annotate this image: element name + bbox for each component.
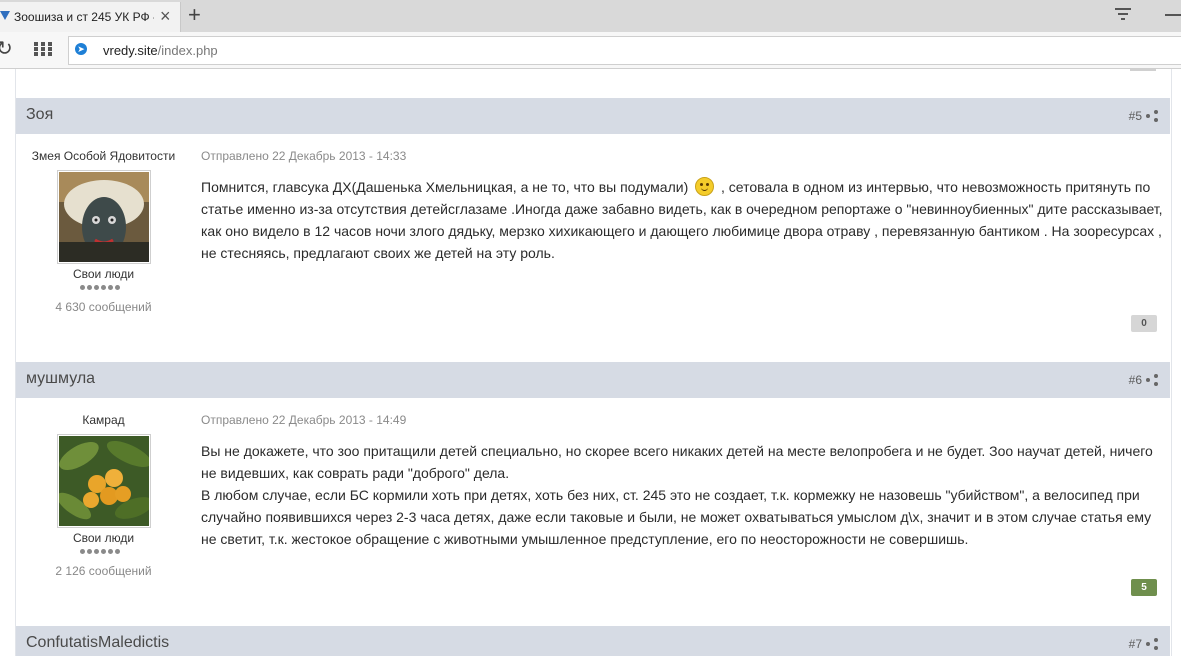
address-bar[interactable]: ➤ vredy.site/index.php (68, 36, 1181, 65)
share-icon[interactable] (1146, 638, 1158, 650)
site-favicon-icon (0, 11, 10, 20)
page-content: Зоя #5 Змея Особой Ядовитости Свои люди … (0, 69, 1181, 656)
post-header: мушмула #6 (16, 362, 1170, 398)
speed-dial-icon[interactable] (34, 42, 52, 56)
forum-post: ConfutatisMaledictis #7 (16, 626, 1170, 656)
tab-menu-icon[interactable] (1115, 8, 1131, 22)
user-title: Камрад (82, 413, 125, 427)
message-count: 4 630 сообщений (55, 300, 152, 314)
secure-site-icon[interactable]: ➤ (75, 43, 87, 55)
share-icon[interactable] (1146, 110, 1158, 122)
smiley-icon (695, 177, 715, 196)
post-number-link[interactable]: #6 (1129, 373, 1142, 387)
avatar-image (59, 172, 149, 262)
address-text: vredy.site/index.php (103, 43, 218, 58)
forum-post: Зоя #5 Змея Особой Ядовитости Свои люди … (16, 98, 1170, 362)
tab-close-icon[interactable]: × (160, 7, 171, 25)
post-body: Камрад Свои люди 2 126 сообщений Отправл… (16, 398, 1170, 626)
browser-toolbar: ↻ ➤ vredy.site/index.php (0, 32, 1181, 69)
user-group: Свои люди (72, 267, 135, 281)
rank-pips (80, 549, 128, 557)
reputation-badge[interactable]: 0 (1131, 315, 1157, 332)
post-date: Отправлено 22 Декабрь 2013 - 14:33 (201, 149, 407, 163)
forum-post: мушмула #6 Камрад Свои люди 2 126 сообще… (16, 362, 1170, 626)
minimize-icon[interactable] (1165, 14, 1181, 16)
post-text: Помнится, главсука ДХ(Дашенька Хмельницк… (201, 177, 1163, 261)
post-author[interactable]: мушмула (26, 370, 95, 388)
new-tab-button[interactable]: + (188, 4, 201, 26)
avatar-image (56, 436, 154, 526)
post-header: ConfutatisMaledictis #7 (16, 626, 1170, 656)
user-title: Змея Особой Ядовитости (31, 149, 176, 163)
browser-tab[interactable]: Зоошиза и ст 245 УК РФ - × (0, 2, 181, 32)
share-icon[interactable] (1146, 374, 1158, 386)
message-count: 2 126 сообщений (55, 564, 152, 578)
rank-pips (80, 285, 128, 293)
post-date: Отправлено 22 Декабрь 2013 - 14:49 (201, 413, 407, 427)
reputation-badge[interactable]: 5 (1131, 579, 1157, 596)
post-author[interactable]: Зоя (26, 106, 53, 124)
post-number-link[interactable]: #5 (1129, 109, 1142, 123)
post-author[interactable]: ConfutatisMaledictis (26, 634, 169, 652)
tab-bar: Зоошиза и ст 245 УК РФ - × + (0, 0, 1181, 32)
post-number-link[interactable]: #7 (1129, 637, 1142, 651)
user-group: Свои люди (72, 531, 135, 545)
post-text: Вы не докажете, что зоо притащили детей … (201, 443, 1153, 547)
avatar[interactable] (56, 434, 154, 528)
post-header: Зоя #5 (16, 98, 1170, 134)
avatar[interactable] (57, 170, 151, 264)
previous-post-end (1130, 69, 1156, 71)
tab-title: Зоошиза и ст 245 УК РФ - (14, 10, 154, 24)
post-body: Змея Особой Ядовитости Свои люди 4 630 с… (16, 134, 1170, 362)
reload-icon[interactable]: ↻ (0, 38, 14, 60)
